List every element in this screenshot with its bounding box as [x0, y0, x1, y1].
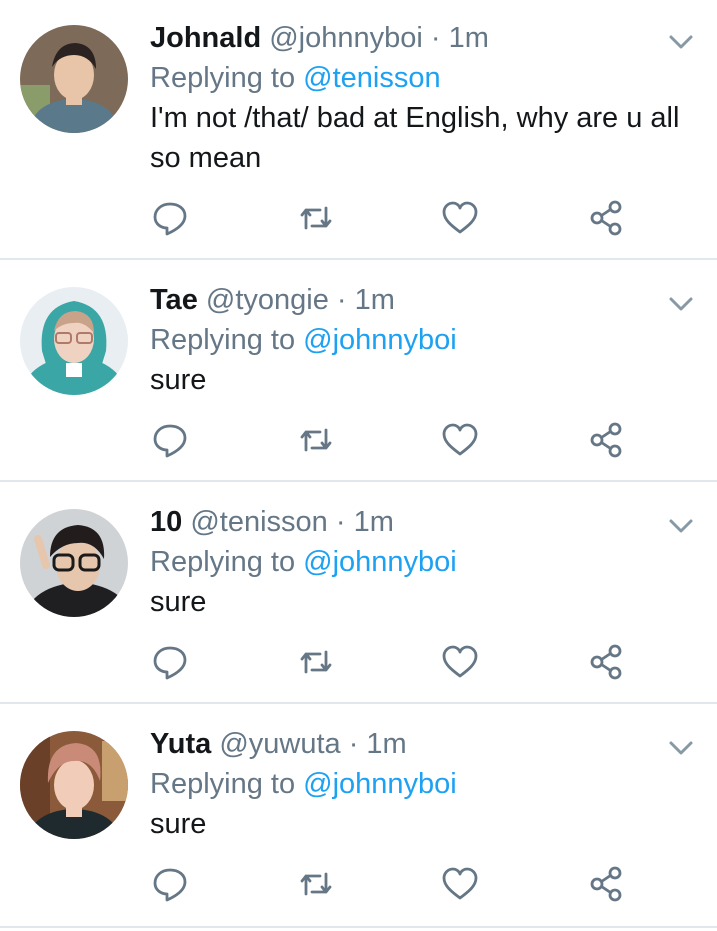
tweet[interactable]: Tae @tyongie · 1m Replying to @johnnyboi… [0, 262, 717, 484]
display-name[interactable]: Johnald [150, 22, 261, 54]
share-icon[interactable] [587, 198, 627, 238]
replying-prefix: Replying to [150, 768, 304, 800]
replying-to: Replying to @johnnyboi [150, 542, 700, 582]
share-icon[interactable] [587, 420, 627, 460]
tweet-text-line: sure [150, 808, 207, 840]
retweet-icon[interactable] [296, 198, 336, 238]
display-name[interactable]: Tae [150, 284, 198, 316]
reply-icon[interactable] [150, 198, 190, 238]
chevron-down-icon[interactable] [666, 736, 696, 760]
heart-icon[interactable] [440, 420, 480, 460]
tweet-actions [0, 198, 717, 238]
display-name[interactable]: Yuta [150, 728, 211, 760]
avatar[interactable] [20, 287, 128, 395]
mention-link[interactable]: @johnnyboi [303, 768, 457, 800]
tweet-actions [0, 420, 717, 460]
retweet-icon[interactable] [296, 420, 336, 460]
replying-to: Replying to @tenisson [150, 58, 700, 98]
separator-dot: · [340, 728, 367, 760]
mention-link[interactable]: @johnnyboi [303, 324, 457, 356]
tweet[interactable]: 10 @tenisson · 1m Replying to @johnnyboi… [0, 484, 717, 706]
share-icon[interactable] [587, 864, 627, 904]
heart-icon[interactable] [440, 642, 480, 682]
reply-icon[interactable] [150, 420, 190, 460]
divider [0, 480, 717, 482]
replying-to: Replying to @johnnyboi [150, 320, 700, 360]
replying-prefix: Replying to [150, 546, 304, 578]
tweet-text: sure [150, 804, 710, 844]
tweet-text-line: sure [150, 364, 207, 396]
chevron-down-icon[interactable] [666, 514, 696, 538]
timestamp[interactable]: 1m [354, 506, 394, 538]
chevron-down-icon[interactable] [666, 30, 696, 54]
divider [0, 258, 717, 260]
divider [0, 702, 717, 704]
avatar[interactable] [20, 509, 128, 617]
tweet-actions [0, 642, 717, 682]
user-handle[interactable]: @yuwuta [219, 728, 340, 760]
user-handle[interactable]: @tenisson [190, 506, 327, 538]
separator-dot: · [422, 22, 449, 54]
heart-icon[interactable] [440, 198, 480, 238]
avatar[interactable] [20, 731, 128, 839]
mention-link[interactable]: @tenisson [303, 62, 440, 94]
replying-to: Replying to @johnnyboi [150, 764, 700, 804]
tweet-header: Yuta @yuwuta · 1m [150, 724, 700, 764]
chevron-down-icon[interactable] [666, 292, 696, 316]
retweet-icon[interactable] [296, 864, 336, 904]
tweet-text-line: sure [150, 586, 207, 618]
tweet-text-line: I'm not /that/ bad at English, why are u… [150, 102, 680, 134]
tweet-text-line: so mean [150, 142, 262, 174]
tweet-text: sure [150, 360, 710, 400]
replying-prefix: Replying to [150, 62, 304, 94]
tweet-text: I'm not /that/ bad at English, why are u… [150, 98, 710, 178]
avatar[interactable] [20, 25, 128, 133]
reply-icon[interactable] [150, 864, 190, 904]
tweet-header: Johnald @johnnyboi · 1m [150, 18, 700, 58]
tweet-actions [0, 864, 717, 904]
share-icon[interactable] [587, 642, 627, 682]
separator-dot: · [328, 284, 355, 316]
display-name[interactable]: 10 [150, 506, 182, 538]
user-handle[interactable]: @johnnyboi [269, 22, 423, 54]
timestamp[interactable]: 1m [449, 22, 489, 54]
replying-prefix: Replying to [150, 324, 304, 356]
tweet[interactable]: Johnald @johnnyboi · 1m Replying to @ten… [0, 0, 717, 260]
timestamp[interactable]: 1m [366, 728, 406, 760]
tweet-text: sure [150, 582, 710, 622]
mention-link[interactable]: @johnnyboi [303, 546, 457, 578]
tweet-header: 10 @tenisson · 1m [150, 502, 700, 542]
tweet-header: Tae @tyongie · 1m [150, 280, 700, 320]
timestamp[interactable]: 1m [355, 284, 395, 316]
tweet[interactable]: Yuta @yuwuta · 1m Replying to @johnnyboi… [0, 706, 717, 928]
divider [0, 926, 717, 928]
heart-icon[interactable] [440, 864, 480, 904]
user-handle[interactable]: @tyongie [206, 284, 329, 316]
separator-dot: · [327, 506, 354, 538]
reply-icon[interactable] [150, 642, 190, 682]
retweet-icon[interactable] [296, 642, 336, 682]
